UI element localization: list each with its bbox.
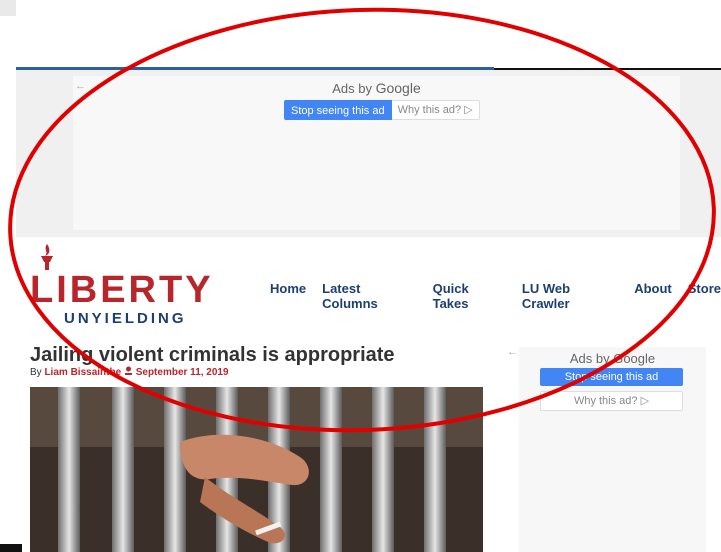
bottom-left-tab xyxy=(0,544,22,552)
nav-home[interactable]: Home xyxy=(270,281,306,311)
ads-by-google-label: Ads by Google xyxy=(332,80,421,96)
top-ad-container: ← Ads by Google Stop seeing this ad Why … xyxy=(73,76,680,230)
sidebar-ad: ← Ads by Google Stop seeing this ad Why … xyxy=(507,346,706,552)
stop-seeing-ad-button[interactable]: Stop seeing this ad xyxy=(540,368,683,386)
article-date: September 11, 2019 xyxy=(135,367,229,378)
author-icon xyxy=(124,366,132,375)
site-header: LIBERTY UNYIELDING Home Latest Columns Q… xyxy=(0,237,721,327)
nav-quick-takes[interactable]: Quick Takes xyxy=(433,281,506,311)
nav-latest-columns[interactable]: Latest Columns xyxy=(322,281,416,311)
ad-feedback-buttons: Stop seeing this ad Why this ad? ▷ xyxy=(284,100,480,120)
logo-wordmark-liberty: LIBERTY xyxy=(30,269,214,311)
nav-lu-web-crawler[interactable]: LU Web Crawler xyxy=(522,281,618,311)
torch-icon xyxy=(41,244,53,270)
article-byline: By Liam Bissainthe September 11, 2019 xyxy=(30,366,229,378)
nav-store[interactable]: Store xyxy=(688,281,721,311)
jail-bars-image xyxy=(30,387,483,552)
stop-seeing-ad-button[interactable]: Stop seeing this ad xyxy=(284,100,392,120)
top-left-corner xyxy=(0,0,16,16)
article-hero-image xyxy=(30,387,483,552)
ads-by-google-label: Ads by Google xyxy=(569,351,656,366)
back-arrow-icon[interactable]: ← xyxy=(507,346,518,358)
site-logo[interactable]: LIBERTY UNYIELDING xyxy=(30,237,211,327)
top-blank-area xyxy=(0,0,721,68)
why-this-ad-button[interactable]: Why this ad? ▷ xyxy=(391,100,480,120)
author-link[interactable]: Liam Bissainthe xyxy=(44,367,121,378)
top-ad-banner: ← Ads by Google Stop seeing this ad Why … xyxy=(16,70,721,237)
logo-wordmark-unyielding: UNYIELDING xyxy=(64,310,187,327)
article-title[interactable]: Jailing violent criminals is appropriate xyxy=(30,344,395,367)
main-nav: Home Latest Columns Quick Takes LU Web C… xyxy=(270,281,721,311)
why-this-ad-button[interactable]: Why this ad? ▷ xyxy=(540,391,683,411)
nav-about[interactable]: About xyxy=(634,281,672,311)
